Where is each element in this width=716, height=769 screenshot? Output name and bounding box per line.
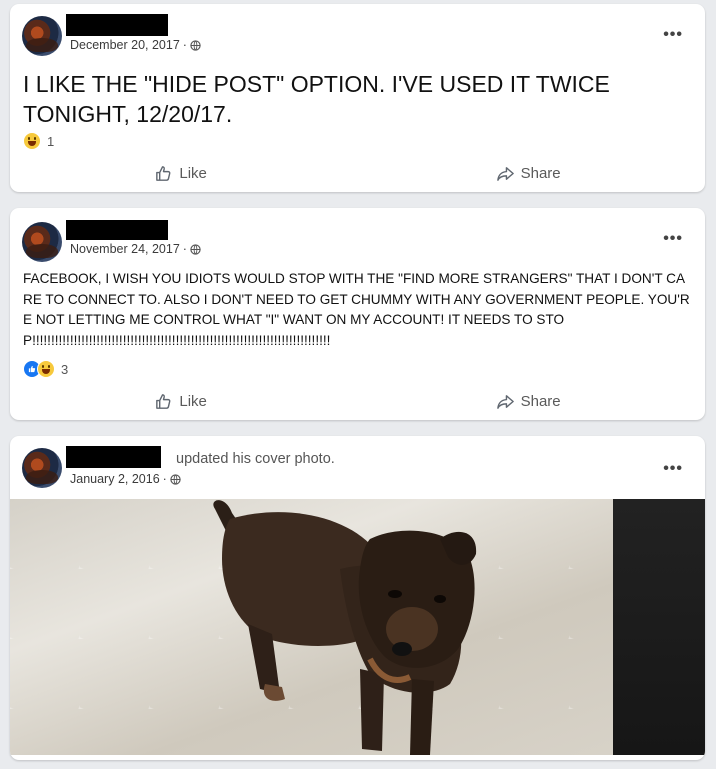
share-icon (496, 167, 514, 181)
globe-icon (190, 243, 201, 255)
post-card-3: updated his cover photo. January 2, 2016… (10, 436, 705, 760)
share-label: Share (520, 393, 561, 410)
like-button[interactable]: Like (142, 160, 219, 187)
like-label: Like (179, 165, 207, 182)
share-button[interactable]: Share (484, 160, 573, 187)
globe-icon (190, 39, 201, 51)
like-icon (156, 394, 171, 409)
redacted-name (66, 14, 168, 36)
cover-photo[interactable] (10, 499, 705, 755)
post-date[interactable]: December 20, 2017 (70, 38, 180, 52)
reaction-summary[interactable]: 3 (23, 360, 68, 378)
profile-avatar[interactable] (22, 16, 62, 56)
share-button[interactable]: Share (484, 388, 573, 415)
post-text: FACEBOOK, I WISH YOU IDIOTS WOULD STOP W… (23, 271, 690, 348)
activity-text: updated his cover photo. (176, 451, 335, 467)
haha-reaction-icon (37, 360, 55, 378)
separator: · (162, 472, 167, 486)
profile-avatar[interactable] (22, 222, 62, 262)
like-label: Like (179, 393, 207, 410)
redacted-name (66, 220, 168, 240)
reaction-count: 3 (61, 361, 69, 377)
more-options-icon[interactable]: ••• (663, 27, 683, 43)
like-icon (156, 166, 171, 181)
post-date[interactable]: January 2, 2016 (70, 472, 160, 486)
post-actions: Like Share (10, 388, 705, 415)
more-options-icon[interactable]: ••• (663, 461, 683, 477)
share-icon (496, 395, 514, 409)
post-text: I LIKE THE "HIDE POST" OPTION. I'VE USED… (23, 71, 610, 127)
post-card-2: November 24, 2017 · ••• FACEBOOK, I WISH… (10, 208, 705, 420)
dog-photo (213, 500, 477, 755)
post-meta: November 24, 2017 · (70, 242, 201, 256)
post-date[interactable]: November 24, 2017 (70, 242, 180, 256)
share-label: Share (520, 165, 561, 182)
separator: · (182, 38, 187, 52)
globe-icon (170, 473, 181, 485)
profile-avatar[interactable] (22, 448, 62, 488)
post-actions: Like Share (10, 160, 705, 187)
redacted-name (66, 446, 161, 468)
separator: · (182, 242, 187, 256)
reaction-summary[interactable]: 1 (23, 132, 54, 150)
haha-reaction-icon (23, 132, 41, 150)
more-options-icon[interactable]: ••• (663, 231, 683, 247)
reaction-count: 1 (47, 133, 55, 149)
like-button[interactable]: Like (142, 388, 219, 415)
post-meta: January 2, 2016 · (70, 472, 181, 486)
post-card-1: December 20, 2017 · ••• I LIKE THE "HIDE… (10, 4, 705, 192)
post-meta: December 20, 2017 · (70, 38, 201, 52)
